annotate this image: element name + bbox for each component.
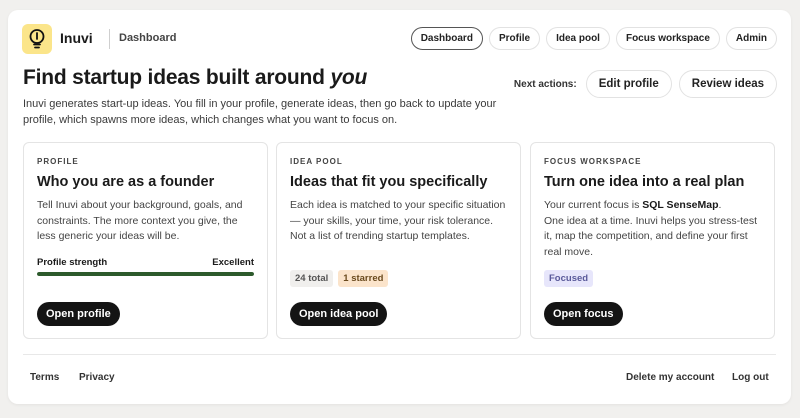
current-focus-name: SQL SenseMap — [642, 199, 719, 211]
card-kicker: IDEA POOL — [290, 157, 343, 166]
logo[interactable] — [22, 24, 52, 54]
top-bar: Inuvi Dashboard Dashboard Profile Idea p… — [22, 24, 777, 54]
open-idea-pool-button[interactable]: Open idea pool — [290, 302, 388, 326]
card-description: Your current focus is SQL SenseMap. One i… — [544, 198, 766, 260]
open-focus-button[interactable]: Open focus — [544, 302, 623, 326]
next-actions-label: Next actions: — [513, 78, 577, 90]
card-title: Who you are as a founder — [37, 174, 215, 190]
brand-name[interactable]: Inuvi — [60, 30, 93, 46]
page-title-main: Find startup ideas built around — [23, 66, 331, 89]
card-title: Ideas that fit you specifically — [290, 174, 488, 190]
page-description: Inuvi generates start-up ideas. You fill… — [23, 98, 497, 126]
edit-profile-button[interactable]: Edit profile — [585, 70, 672, 98]
nav-admin[interactable]: Admin — [725, 27, 777, 50]
current-focus-suffix: . — [718, 199, 722, 211]
privacy-link[interactable]: Privacy — [79, 372, 115, 383]
focus-workspace-card: FOCUS WORKSPACE Turn one idea into a rea… — [530, 142, 775, 339]
current-focus-prefix: Your current focus is — [544, 199, 643, 211]
page-title-emphasis: you — [330, 66, 368, 89]
profile-strength-bar — [37, 272, 254, 276]
review-ideas-button[interactable]: Review ideas — [678, 70, 777, 98]
total-ideas-badge: 24 total — [290, 270, 334, 287]
next-actions: Next actions: Edit profile Review ideas — [514, 70, 777, 98]
terms-link[interactable]: Terms — [30, 372, 59, 383]
footer-divider — [23, 354, 776, 355]
focused-status-badge: Focused — [544, 270, 594, 287]
nav-dashboard[interactable]: Dashboard — [410, 27, 483, 50]
card-kicker: FOCUS WORKSPACE — [544, 157, 642, 166]
card-kicker: PROFILE — [37, 157, 79, 166]
profile-strength-value: Excellent — [212, 257, 254, 268]
profile-strength: Profile strength Excellent — [37, 257, 254, 268]
profile-card: PROFILE Who you are as a founder Tell In… — [23, 142, 268, 339]
open-profile-button[interactable]: Open profile — [37, 302, 120, 326]
idea-pool-tags: 24 total 1 starred — [290, 270, 389, 287]
nav-focus-workspace[interactable]: Focus workspace — [615, 27, 720, 50]
profile-strength-label: Profile strength — [37, 257, 108, 268]
focus-description: One idea at a time. Inuvi helps you stre… — [544, 214, 758, 258]
starred-ideas-badge: 1 starred — [338, 270, 389, 287]
logout-link[interactable]: Log out — [732, 372, 769, 383]
delete-account-link[interactable]: Delete my account — [626, 372, 714, 383]
nav-profile[interactable]: Profile — [488, 27, 541, 50]
card-title: Turn one idea into a real plan — [544, 174, 745, 190]
card-description: Tell Inuvi about your background, goals,… — [37, 199, 243, 242]
app-window: Inuvi Dashboard Dashboard Profile Idea p… — [8, 10, 791, 404]
page-title: Find startup ideas built around you — [23, 66, 367, 90]
brand-divider — [109, 29, 110, 49]
idea-pool-card: IDEA POOL Ideas that fit you specificall… — [276, 142, 521, 339]
lightbulb-icon — [29, 29, 45, 49]
profile-strength-bar-fill — [37, 272, 254, 276]
nav-idea-pool[interactable]: Idea pool — [546, 27, 610, 50]
current-page-label: Dashboard — [119, 32, 177, 44]
focus-tags: Focused — [544, 270, 594, 287]
card-description: Each idea is matched to your specific si… — [290, 199, 506, 242]
top-nav: Dashboard Profile Idea pool Focus worksp… — [410, 27, 777, 50]
